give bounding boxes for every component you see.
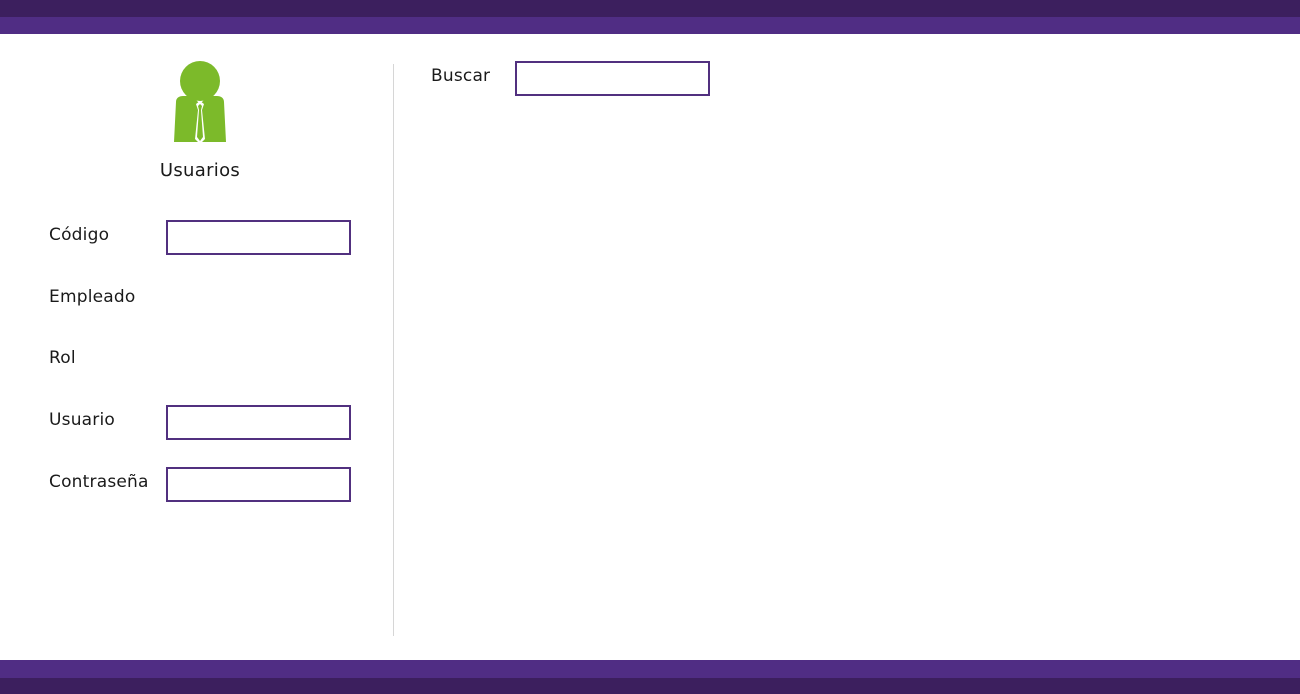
usuario-label: Usuario: [49, 410, 116, 430]
user-tie-icon: [174, 61, 226, 144]
usuario-input[interactable]: [166, 405, 351, 440]
empleado-label: Empleado: [49, 287, 136, 307]
codigo-input[interactable]: [166, 220, 351, 255]
contrasena-input[interactable]: [166, 467, 351, 502]
rol-label: Rol: [49, 348, 76, 368]
top-header-bar: [0, 0, 1300, 34]
search-label: Buscar: [431, 66, 491, 86]
top-header-bar-dark: [0, 0, 1300, 17]
bottom-footer-bar-light: [0, 660, 1300, 678]
search-input[interactable]: [515, 61, 710, 96]
contrasena-label: Contraseña: [49, 472, 149, 492]
bottom-footer-bar: [0, 660, 1300, 694]
panel-title: Usuarios: [159, 160, 241, 181]
top-header-bar-light: [0, 17, 1300, 34]
panel-divider: [393, 64, 394, 636]
bottom-footer-bar-dark: [0, 678, 1300, 694]
codigo-label: Código: [49, 225, 110, 245]
